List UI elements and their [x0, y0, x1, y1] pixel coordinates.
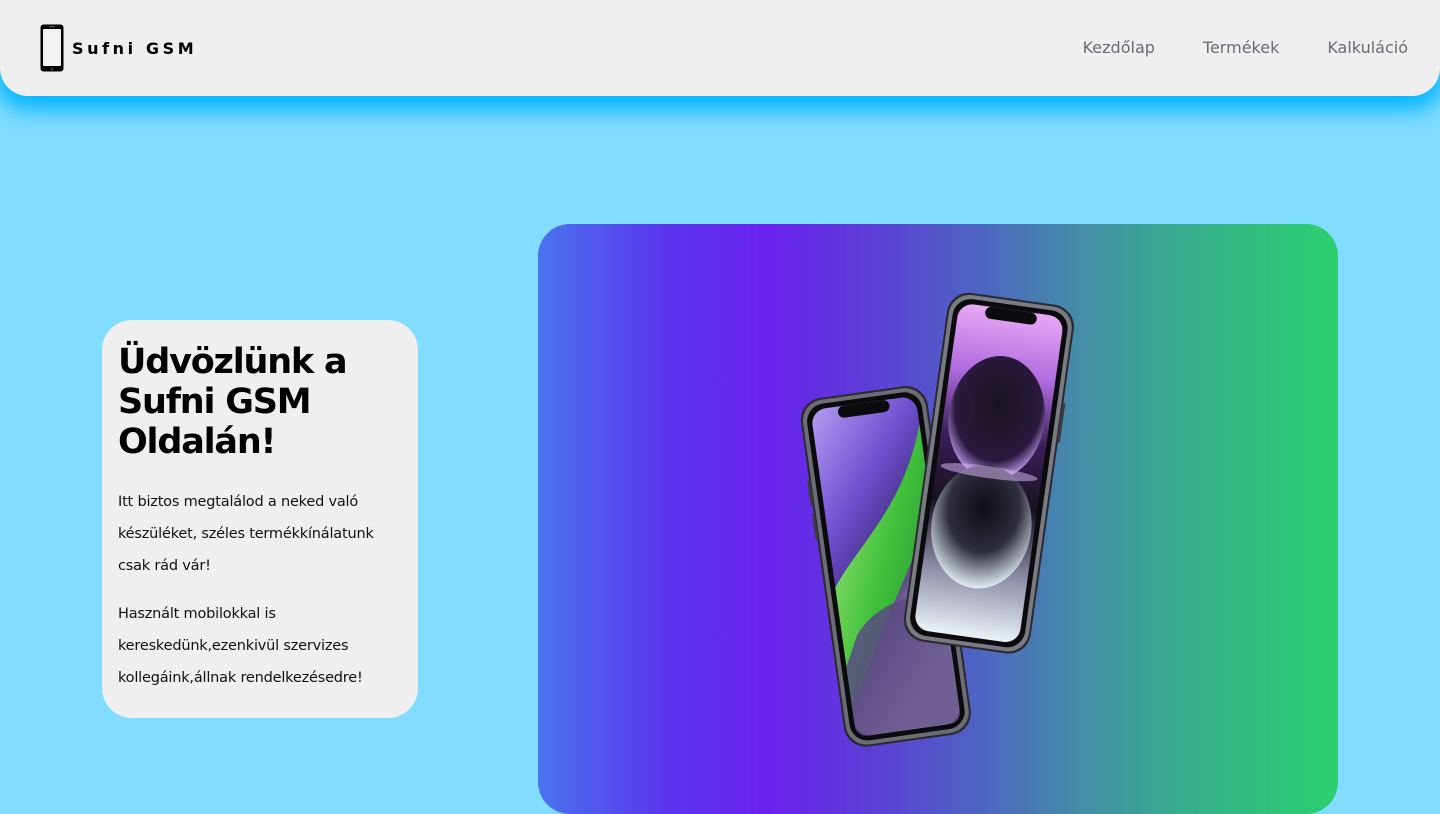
hero-panel — [538, 224, 1338, 814]
main-nav: Kezdőlap Termékek Kalkuláció — [1083, 38, 1408, 57]
nav-link-products[interactable]: Termékek — [1203, 38, 1279, 57]
site-header: Sufni GSM Kezdőlap Termékek Kalkuláció — [0, 0, 1440, 96]
brand-logo-link[interactable]: Sufni GSM — [39, 23, 197, 73]
welcome-card: Üdvözlünk a Sufni GSM Oldalán! Itt bizto… — [102, 320, 418, 718]
welcome-paragraph-intro: Itt biztos megtalálod a neked való készü… — [118, 494, 374, 574]
nav-link-calculation[interactable]: Kalkuláció — [1327, 38, 1408, 57]
welcome-paragraph-services: Használt mobilokkal is kereskedünk,ezenk… — [118, 606, 363, 686]
brand-name: Sufni GSM — [72, 38, 198, 58]
nav-link-home[interactable]: Kezdőlap — [1083, 38, 1155, 57]
welcome-title: Üdvözlünk a Sufni GSM Oldalán! — [118, 342, 348, 462]
phone-icon — [40, 24, 64, 72]
two-smartphones-illustration — [800, 292, 1074, 747]
